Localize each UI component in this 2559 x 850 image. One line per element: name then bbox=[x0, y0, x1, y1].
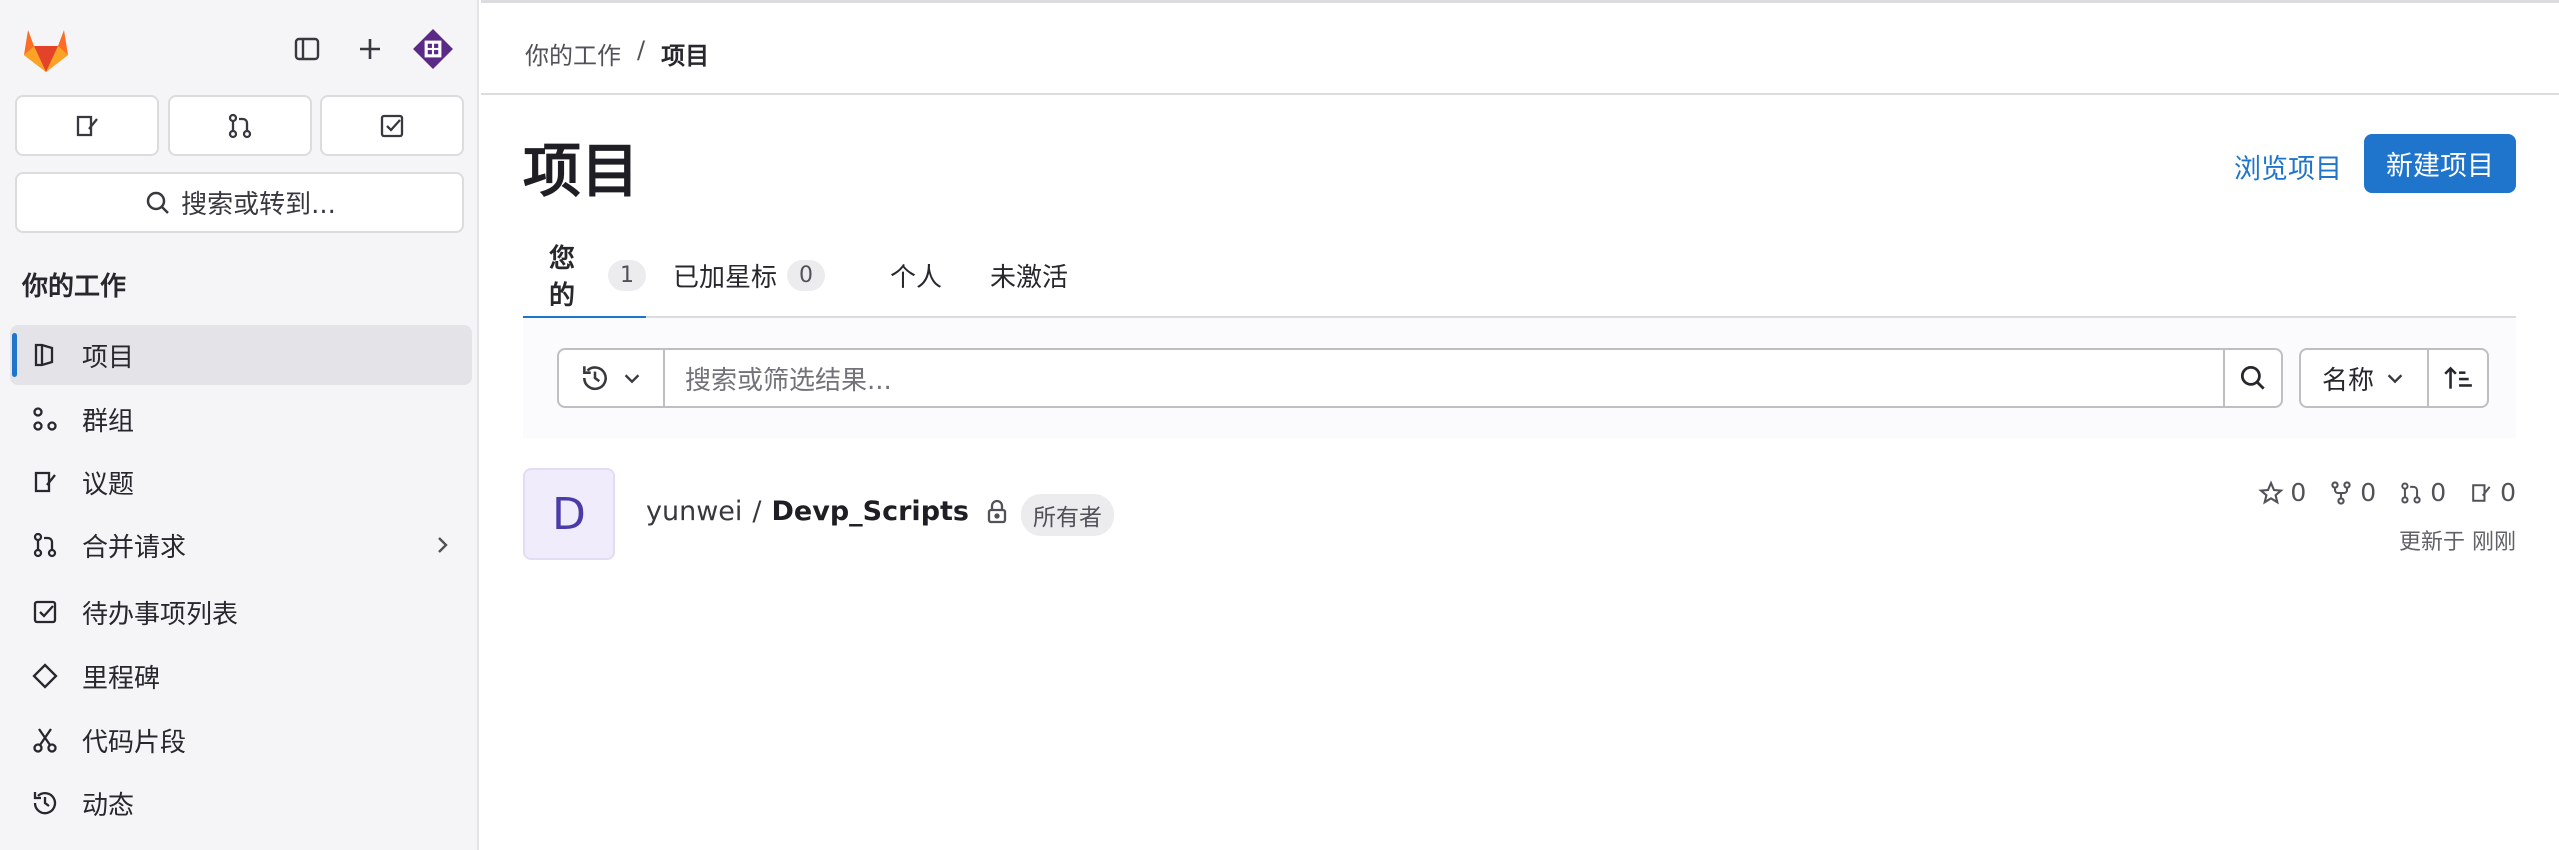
sidebar-toggle-icon[interactable] bbox=[282, 24, 332, 74]
project-full-name[interactable]: yunwei / Devp_Scripts bbox=[646, 496, 969, 527]
sidebar-item-groups[interactable]: 群组 bbox=[10, 389, 472, 449]
chevron-right-icon bbox=[438, 537, 448, 553]
sidebar-section-title: 你的工作 bbox=[22, 272, 127, 302]
sidebar-item-label: 议题 bbox=[82, 469, 135, 500]
breadcrumb-current[interactable]: 项目 bbox=[661, 36, 709, 71]
sidebar-item-issues[interactable]: 议题 bbox=[10, 452, 472, 512]
sidebar-item-label: 项目 bbox=[82, 342, 135, 373]
sort-by-label: 名称 bbox=[2321, 365, 2374, 396]
todo-icon bbox=[380, 114, 404, 137]
breadcrumb-your-work[interactable]: 你的工作 bbox=[525, 36, 621, 71]
issues-value: 0 bbox=[2500, 478, 2516, 507]
snippet-icon bbox=[30, 725, 60, 755]
sidebar-item-label: 动态 bbox=[82, 790, 135, 821]
sort-by-dropdown[interactable]: 名称 bbox=[2299, 348, 2429, 408]
sidebar-header bbox=[0, 0, 479, 98]
fork-icon bbox=[2331, 480, 2351, 505]
role-badge: 所有者 bbox=[1021, 494, 1114, 536]
recent-searches-dropdown[interactable] bbox=[557, 348, 665, 408]
sidebar-item-snippets[interactable]: 代码片段 bbox=[10, 710, 472, 770]
filter-search-input[interactable]: 搜索或筛选结果... bbox=[663, 348, 2225, 408]
milestone-icon bbox=[30, 661, 60, 691]
todo-list-button[interactable] bbox=[320, 95, 464, 156]
tab-count-badge: 0 bbox=[787, 259, 826, 291]
project-tabs: 您的 1 已加星标 0 个人 未激活 bbox=[523, 232, 2516, 320]
merge-request-icon bbox=[2401, 481, 2421, 504]
sort-ascending-icon bbox=[2444, 366, 2472, 389]
forks-count[interactable]: 0 bbox=[2328, 478, 2376, 507]
sidebar-item-label: 群组 bbox=[82, 406, 135, 437]
sidebar-item-label: 待办事项列表 bbox=[82, 599, 239, 630]
sidebar-item-merge-requests[interactable]: 合并请求 bbox=[10, 515, 472, 575]
project-name: Devp_Scripts bbox=[771, 496, 969, 527]
issues-count[interactable]: 0 bbox=[2468, 478, 2516, 507]
tab-inactive[interactable]: 未激活 bbox=[990, 232, 1068, 318]
assigned-issues-button[interactable] bbox=[15, 95, 159, 156]
issues-icon bbox=[30, 467, 60, 497]
search-go-to-label: 搜索或转到... bbox=[181, 190, 336, 220]
tab-count-badge: 1 bbox=[608, 259, 646, 291]
merge-requests-value: 0 bbox=[2430, 478, 2447, 507]
lock-icon bbox=[987, 499, 1007, 524]
star-icon bbox=[2258, 479, 2284, 504]
sidebar-item-label: 合并请求 bbox=[82, 532, 187, 563]
merge-request-icon bbox=[228, 113, 252, 138]
history-icon bbox=[30, 788, 60, 818]
explore-projects-link[interactable]: 浏览项目 bbox=[2234, 147, 2342, 186]
tab-starred[interactable]: 已加星标 0 bbox=[673, 232, 826, 318]
sidebar-item-milestones[interactable]: 里程碑 bbox=[10, 646, 472, 706]
issues-icon bbox=[76, 115, 98, 136]
sidebar-item-label: 里程碑 bbox=[82, 663, 161, 694]
search-icon bbox=[2240, 365, 2265, 390]
merge-request-icon bbox=[30, 530, 60, 560]
sidebar: 搜索或转到... 你的工作 项目 群组 议题 合并请求 待办事项列表 里程碑 代… bbox=[0, 0, 479, 850]
tab-label: 未激活 bbox=[990, 262, 1069, 293]
sidebar-item-activity[interactable]: 动态 bbox=[10, 773, 472, 833]
breadcrumb-separator: / bbox=[637, 36, 646, 64]
filter-bar: 搜索或筛选结果... 名称 bbox=[523, 318, 2516, 438]
tab-personal[interactable]: 个人 bbox=[890, 232, 942, 318]
search-go-to-button[interactable]: 搜索或转到... bbox=[15, 172, 464, 233]
project-stats: 0 0 0 0 bbox=[2258, 478, 2516, 507]
tab-label: 已加星标 bbox=[673, 262, 778, 293]
group-icon bbox=[30, 404, 60, 434]
project-path-separator: / bbox=[752, 496, 762, 527]
project-updated-time: 更新于 刚刚 bbox=[2399, 530, 2516, 555]
gitlab-logo-icon[interactable] bbox=[20, 24, 72, 74]
issues-icon bbox=[2472, 483, 2491, 502]
new-project-button[interactable]: 新建项目 bbox=[2364, 134, 2516, 193]
project-avatar[interactable]: D bbox=[523, 468, 615, 560]
sidebar-item-projects[interactable]: 项目 bbox=[10, 325, 472, 385]
sidebar-item-label: 代码片段 bbox=[82, 727, 187, 758]
forks-value: 0 bbox=[2360, 478, 2377, 507]
user-avatar[interactable] bbox=[408, 24, 458, 74]
project-icon bbox=[30, 340, 60, 370]
create-new-plus-icon[interactable] bbox=[345, 24, 395, 74]
chevron-down-icon bbox=[624, 374, 640, 384]
stars-value: 0 bbox=[2290, 478, 2307, 507]
history-icon bbox=[583, 366, 607, 391]
todo-icon bbox=[30, 597, 60, 627]
filter-search-button[interactable] bbox=[2223, 348, 2283, 408]
chevron-down-icon bbox=[2387, 374, 2403, 384]
breadcrumb-bar: 你的工作 / 项目 bbox=[481, 3, 2559, 95]
breadcrumb: 你的工作 / 项目 bbox=[525, 36, 709, 71]
search-icon bbox=[146, 191, 169, 214]
tab-yours[interactable]: 您的 1 bbox=[523, 232, 646, 320]
merge-requests-button[interactable] bbox=[168, 95, 312, 156]
project-namespace: yunwei bbox=[646, 496, 743, 527]
tab-label: 您的 bbox=[549, 244, 576, 311]
page-title: 项目 bbox=[523, 137, 640, 205]
sort-direction-button[interactable] bbox=[2427, 348, 2489, 408]
main-content: 你的工作 / 项目 项目 浏览项目 新建项目 您的 1 已加星标 0 个人 未激… bbox=[481, 0, 2559, 850]
sidebar-item-todo-list[interactable]: 待办事项列表 bbox=[10, 582, 472, 642]
project-list-item: D yunwei / Devp_Scripts 所有者 0 0 0 0 更新于 … bbox=[523, 466, 2516, 561]
merge-requests-count[interactable]: 0 bbox=[2398, 478, 2446, 507]
tab-label: 个人 bbox=[890, 262, 943, 293]
stars-count[interactable]: 0 bbox=[2258, 478, 2306, 507]
